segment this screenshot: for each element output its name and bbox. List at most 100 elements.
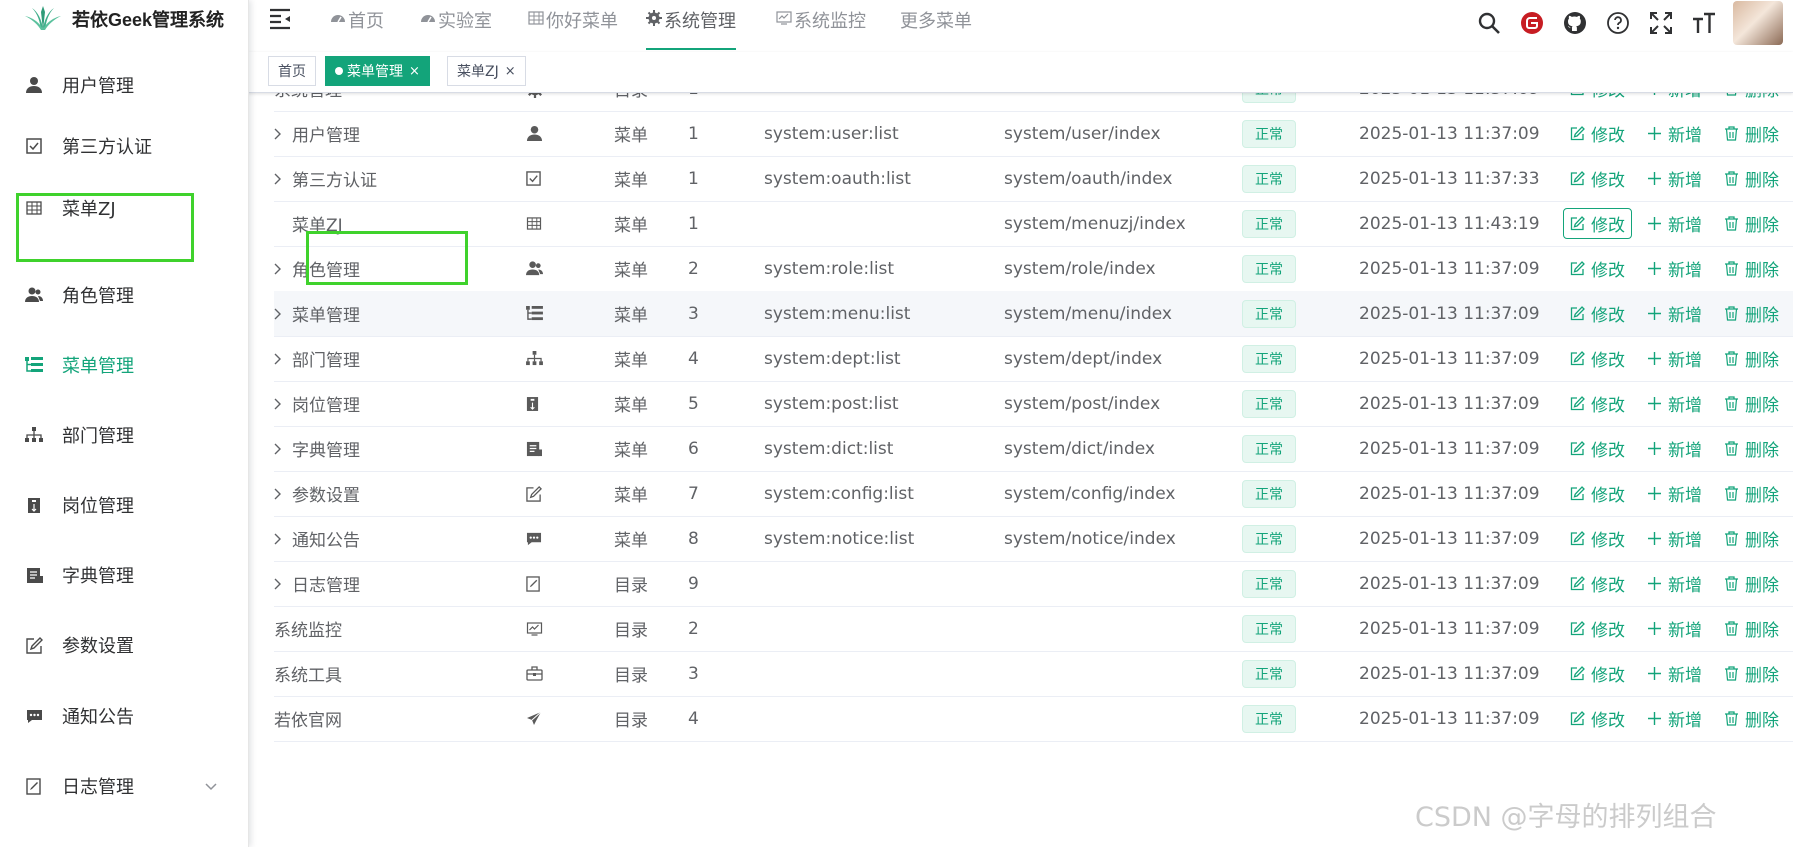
delete-button[interactable]: 删除 — [1724, 166, 1779, 191]
edit-button[interactable]: 修改 — [1570, 92, 1625, 101]
delete-button[interactable]: 删除 — [1724, 616, 1779, 641]
table-row[interactable]: 系统工具 目录 3 正常 2025-01-13 11:37:09 修改 新增 删除 — [274, 651, 1793, 697]
sidebar-item-post[interactable]: 岗位管理 — [0, 477, 248, 533]
delete-button[interactable]: 删除 — [1724, 391, 1779, 416]
topnav-monitor[interactable]: 系统监控 — [776, 0, 866, 50]
add-button[interactable]: 新增 — [1647, 616, 1702, 641]
table-row[interactable]: 第三方认证 菜单 1 system:oauth:list system/oauth/in… — [274, 156, 1793, 202]
edit-button[interactable]: 修改 — [1570, 301, 1625, 326]
topnav-home[interactable]: 首页 — [330, 0, 384, 50]
delete-button[interactable]: 删除 — [1724, 346, 1779, 371]
github-icon[interactable] — [1561, 9, 1589, 37]
add-button[interactable]: 新增 — [1647, 92, 1702, 101]
table-row[interactable]: 用户管理 菜单 1 system:user:list system/user/index… — [274, 111, 1793, 157]
chevron-right-icon[interactable] — [274, 352, 284, 366]
fullscreen-icon[interactable] — [1647, 9, 1675, 37]
delete-button[interactable]: 删除 — [1724, 211, 1779, 236]
avatar[interactable] — [1733, 0, 1783, 45]
add-button[interactable]: 新增 — [1647, 571, 1702, 596]
add-button[interactable]: 新增 — [1647, 391, 1702, 416]
topnav-hello[interactable]: 你好菜单 — [528, 0, 618, 50]
close-icon[interactable]: × — [505, 64, 516, 79]
chevron-right-icon[interactable] — [274, 577, 284, 591]
add-button[interactable]: 新增 — [1647, 526, 1702, 551]
chevron-right-icon[interactable] — [274, 172, 284, 186]
edit-button[interactable]: 修改 — [1570, 436, 1625, 461]
topnav-more[interactable]: 更多菜单 — [900, 0, 972, 50]
add-button[interactable]: 新增 — [1647, 256, 1702, 281]
sidebar-item-dept[interactable]: 部门管理 — [0, 407, 248, 463]
tag-menuzj[interactable]: 菜单ZJ × — [447, 56, 526, 86]
add-button[interactable]: 新增 — [1647, 706, 1702, 731]
edit-button[interactable]: 修改 — [1570, 256, 1625, 281]
hamburger-icon[interactable] — [268, 6, 292, 30]
search-icon[interactable] — [1475, 9, 1503, 37]
edit-button[interactable]: 修改 — [1570, 616, 1625, 641]
delete-button[interactable]: 删除 — [1724, 571, 1779, 596]
edit-button[interactable]: 修改 — [1570, 391, 1625, 416]
edit-button[interactable]: 修改 — [1570, 571, 1625, 596]
delete-button[interactable]: 删除 — [1724, 121, 1779, 146]
table-row[interactable]: 部门管理 菜单 4 system:dept:list system/dept/index… — [274, 336, 1793, 382]
sidebar-item-menu[interactable]: 菜单管理 — [0, 337, 248, 393]
chevron-right-icon[interactable] — [274, 442, 284, 456]
add-button[interactable]: 新增 — [1647, 301, 1702, 326]
edit-button[interactable]: 修改 — [1570, 481, 1625, 506]
chevron-right-icon[interactable] — [274, 127, 284, 141]
table-row[interactable]: 字典管理 菜单 6 system:dict:list system/dict/index… — [274, 426, 1793, 472]
gitee-icon[interactable] — [1518, 9, 1546, 37]
sidebar-item-oauth[interactable]: 第三方认证 — [0, 118, 248, 174]
topnav-system[interactable]: 系统管理 — [646, 0, 736, 50]
table-row[interactable]: 通知公告 菜单 8 system:notice:list system/notice/i… — [274, 516, 1793, 562]
add-button[interactable]: 新增 — [1647, 661, 1702, 686]
edit-button[interactable]: 修改 — [1570, 121, 1625, 146]
delete-button[interactable]: 删除 — [1724, 526, 1779, 551]
help-icon[interactable] — [1604, 9, 1632, 37]
table-row[interactable]: 角色管理 菜单 2 system:role:list system/role/index… — [274, 246, 1793, 292]
table-row[interactable]: 菜单ZJ 菜单 1 system/menuzj/index 正常 2025-01-13 1… — [274, 201, 1793, 247]
edit-button[interactable]: 修改 — [1570, 346, 1625, 371]
delete-button[interactable]: 删除 — [1724, 92, 1779, 101]
table-row[interactable]: 日志管理 目录 9 正常 2025-01-13 11:37:09 修改 新增 删除 — [274, 561, 1793, 607]
chevron-right-icon[interactable] — [274, 397, 284, 411]
add-button[interactable]: 新增 — [1647, 211, 1702, 236]
add-button[interactable]: 新增 — [1647, 436, 1702, 461]
chevron-right-icon[interactable] — [274, 532, 284, 546]
edit-button[interactable]: 修改 — [1570, 661, 1625, 686]
add-button[interactable]: 新增 — [1647, 481, 1702, 506]
close-icon[interactable]: × — [409, 64, 420, 79]
chevron-right-icon[interactable] — [274, 262, 284, 276]
delete-button[interactable]: 删除 — [1724, 481, 1779, 506]
add-button[interactable]: 新增 — [1647, 346, 1702, 371]
sidebar-item-log[interactable]: 日志管理 — [0, 758, 248, 814]
sidebar-item-role[interactable]: 角色管理 — [0, 267, 248, 323]
table-row[interactable]: 系统管理 目录 1 正常 2025-01-13 11:37:09 修改 新增 删除 — [274, 92, 1793, 112]
tag-home[interactable]: 首页 — [268, 56, 316, 86]
delete-button[interactable]: 删除 — [1724, 301, 1779, 326]
table-row[interactable]: 岗位管理 菜单 5 system:post:list system/post/index… — [274, 381, 1793, 427]
delete-button[interactable]: 删除 — [1724, 706, 1779, 731]
table-row[interactable]: 若依官网 目录 4 正常 2025-01-13 11:37:09 修改 新增 删除 — [274, 696, 1793, 742]
edit-button[interactable]: 修改 — [1570, 166, 1625, 191]
delete-button[interactable]: 删除 — [1724, 661, 1779, 686]
sidebar-item-dict[interactable]: 字典管理 — [0, 547, 248, 603]
chevron-right-icon[interactable] — [274, 307, 284, 321]
table-row[interactable]: 菜单管理 菜单 3 system:menu:list system/menu/index… — [274, 291, 1793, 337]
sidebar-item-config[interactable]: 参数设置 — [0, 617, 248, 673]
table-row[interactable]: 系统监控 目录 2 正常 2025-01-13 11:37:09 修改 新增 删除 — [274, 606, 1793, 652]
topnav-lab[interactable]: 实验室 — [420, 0, 492, 50]
edit-button[interactable]: 修改 — [1570, 526, 1625, 551]
delete-button[interactable]: 删除 — [1724, 256, 1779, 281]
logo[interactable]: 若依Geek管理系统 — [0, 0, 248, 38]
add-button[interactable]: 新增 — [1647, 121, 1702, 146]
edit-button[interactable]: 修改 — [1570, 706, 1625, 731]
sidebar-item-notice[interactable]: 通知公告 — [0, 688, 248, 744]
edit-button[interactable]: 修改 — [1563, 208, 1632, 239]
tag-menu-management[interactable]: 菜单管理 × — [325, 56, 430, 86]
chevron-right-icon[interactable] — [274, 487, 284, 501]
sidebar-item-user[interactable]: 用户管理 — [0, 57, 248, 113]
delete-button[interactable]: 删除 — [1724, 436, 1779, 461]
size-icon[interactable] — [1690, 9, 1718, 37]
table-row[interactable]: 参数设置 菜单 7 system:config:list system/config/i… — [274, 471, 1793, 517]
add-button[interactable]: 新增 — [1647, 166, 1702, 191]
